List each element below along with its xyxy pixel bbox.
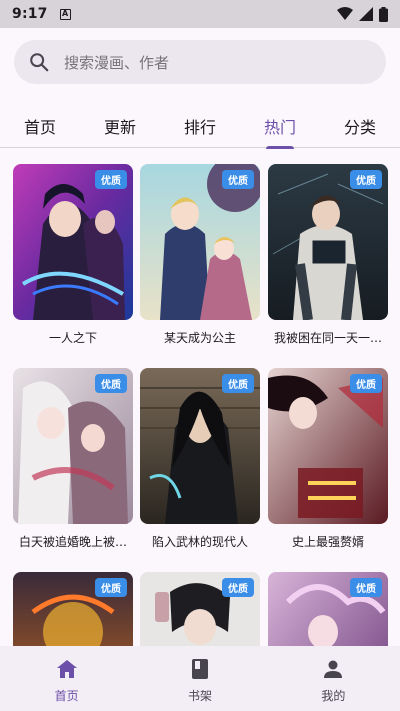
quality-badge: 优质 <box>222 170 254 189</box>
quality-badge: 优质 <box>222 578 254 597</box>
comic-cover[interactable]: 优质 <box>140 572 260 646</box>
quality-badge: 优质 <box>350 578 382 597</box>
book-icon <box>191 659 208 679</box>
tab-updates[interactable]: 更新 <box>80 104 160 148</box>
comic-card[interactable]: 优质 白天被追婚晚上被… <box>13 368 133 550</box>
tab-popular[interactable]: 热门 <box>240 104 320 149</box>
comic-cover[interactable]: 优质 <box>13 572 133 646</box>
nav-home[interactable]: 首页 <box>0 646 133 711</box>
comic-card[interactable]: 优质 一人之下 <box>13 164 133 346</box>
tab-home[interactable]: 首页 <box>0 104 80 148</box>
comic-cover[interactable]: 优质 <box>140 368 260 524</box>
quality-badge: 优质 <box>222 374 254 393</box>
nav-icon-container <box>39 656 95 682</box>
quality-badge: 优质 <box>350 374 382 393</box>
comic-title: 白天被追婚晚上被… <box>18 535 127 549</box>
comic-card[interactable]: 优质 陷入武林的现代人 <box>140 368 260 550</box>
search-icon <box>30 53 49 72</box>
tab-label: 更新 <box>103 118 136 137</box>
tab-label: 排行 <box>183 118 216 137</box>
comic-cover[interactable]: 优质 <box>268 368 388 524</box>
tab-indicator <box>266 146 294 149</box>
nav-bookshelf[interactable]: 书架 <box>133 646 266 711</box>
nav-label: 首页 <box>54 689 79 703</box>
nav-label: 我的 <box>321 689 346 703</box>
comic-cover[interactable]: 优质 <box>13 164 133 320</box>
comic-card[interactable]: 优质 <box>268 572 388 646</box>
comic-title: 某天成为公主 <box>163 331 236 345</box>
comic-cover[interactable]: 优质 <box>13 368 133 524</box>
tab-ranking[interactable]: 排行 <box>160 104 240 148</box>
comic-grid: 优质 一人之下 优质 某天成为公主 优质 我被困在同一天一… 优质 白天被追婚晚… <box>0 150 400 646</box>
home-icon <box>56 660 77 678</box>
quality-badge: 优质 <box>95 374 127 393</box>
comic-cover[interactable]: 优质 <box>268 164 388 320</box>
comic-title: 一人之下 <box>48 331 97 345</box>
comic-title: 史上最强赘婿 <box>291 535 364 549</box>
tab-label: 分类 <box>343 118 376 137</box>
bottom-navigation: 首页 书架 我的 <box>0 646 400 711</box>
comic-cover[interactable]: 优质 <box>268 572 388 646</box>
category-tabs: 首页 更新 排行 热门 分类 <box>0 104 400 149</box>
comic-card[interactable]: 优质 <box>140 572 260 646</box>
nav-icon-container <box>172 656 228 682</box>
quality-badge: 优质 <box>350 170 382 189</box>
comic-card[interactable]: 优质 <box>13 572 133 646</box>
tab-categories[interactable]: 分类 <box>320 104 400 148</box>
quality-badge: 优质 <box>95 170 127 189</box>
comic-card[interactable]: 优质 我被困在同一天一… <box>268 164 388 346</box>
quality-badge: 优质 <box>95 578 127 597</box>
tab-label: 热门 <box>263 118 296 137</box>
battery-icon <box>379 6 388 22</box>
status-icons <box>337 6 388 22</box>
search-bar[interactable]: 搜索漫画、作者 <box>14 40 386 84</box>
comic-card[interactable]: 优质 史上最强赘婿 <box>268 368 388 550</box>
tab-label: 首页 <box>23 118 56 137</box>
comic-cover[interactable]: 优质 <box>140 164 260 320</box>
comic-card[interactable]: 优质 某天成为公主 <box>140 164 260 346</box>
search-input[interactable]: 搜索漫画、作者 <box>64 52 169 73</box>
nav-icon-container <box>305 656 361 682</box>
comic-title: 陷入武林的现代人 <box>151 535 248 549</box>
signal-icon <box>359 7 373 21</box>
nav-profile[interactable]: 我的 <box>267 646 400 711</box>
comic-title: 我被困在同一天一… <box>273 331 382 345</box>
person-icon <box>324 660 343 678</box>
status-time: 9:17 <box>12 6 48 22</box>
status-bar: 9:17 A <box>0 0 400 28</box>
nav-label: 书架 <box>187 689 212 703</box>
wifi-icon <box>337 7 353 20</box>
notification-icon: A <box>59 8 71 20</box>
